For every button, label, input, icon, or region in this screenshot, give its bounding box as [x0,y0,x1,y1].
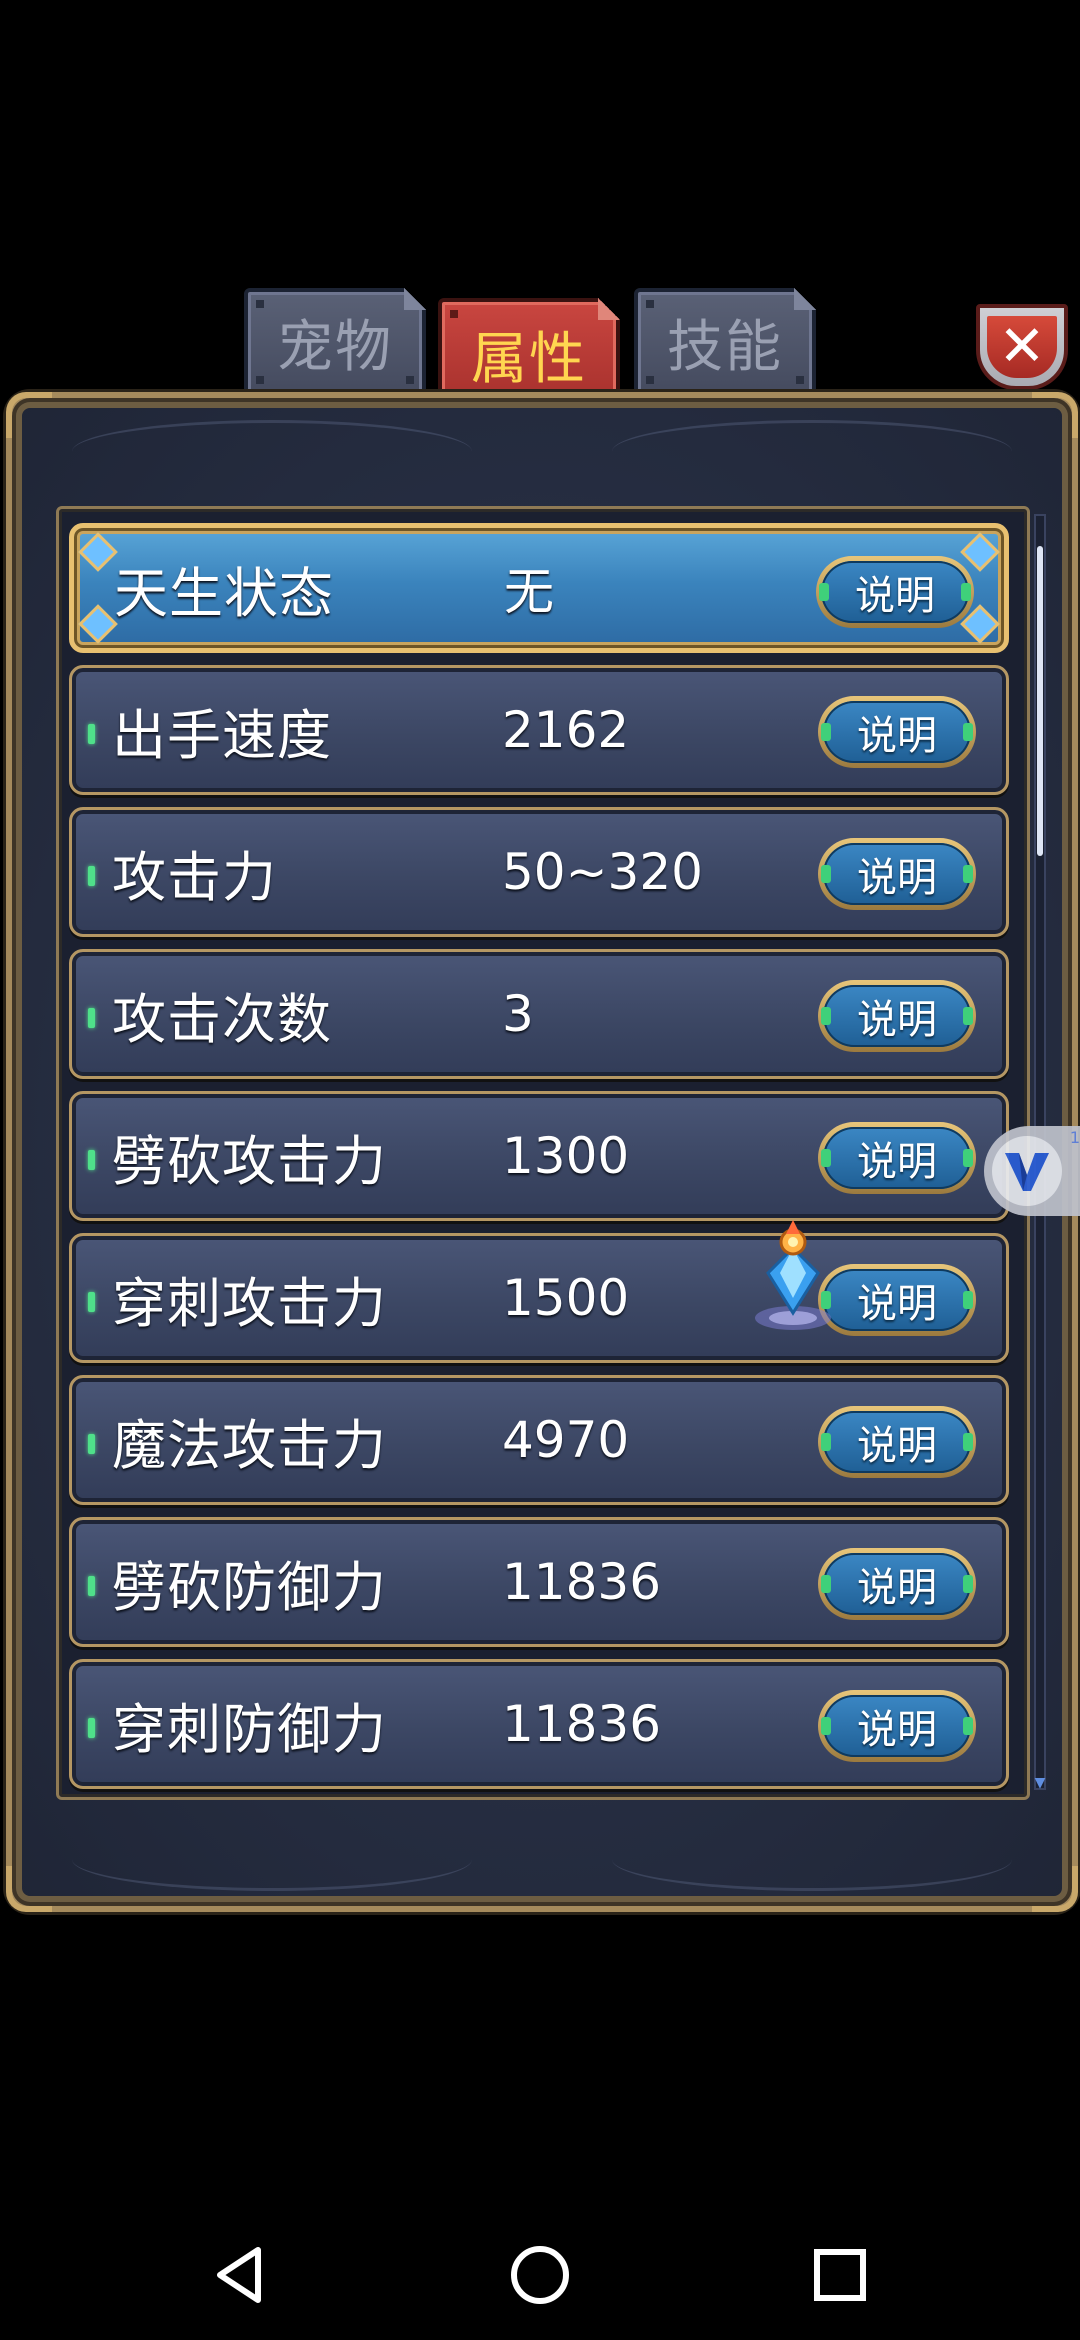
attribute-value: 3 [502,985,534,1043]
attribute-value: 11836 [502,1553,662,1611]
info-button[interactable]: 说明 [818,1548,976,1620]
close-icon: ✕ [987,316,1057,378]
attribute-row[interactable]: 穿刺攻击力 1500 说明 [69,1233,1009,1363]
tab-attributes-label: 属性 [471,326,587,392]
attribute-name: 穿刺防御力 [112,1697,387,1761]
info-button[interactable]: 说明 [818,980,976,1052]
attribute-name: 攻击次数 [112,987,332,1051]
attribute-name: 攻击力 [112,845,277,909]
attribute-row[interactable]: 天生状态 无 说明 [69,523,1009,653]
green-marker-icon [88,1576,95,1596]
floating-assistant-button[interactable]: 1 [984,1126,1080,1216]
tab-pet-label: 宠物 [277,314,393,380]
attribute-list[interactable]: 天生状态 无 说明 出手速度 2162 说明 攻击力 50~320 说明 攻击次… [56,506,1030,1800]
info-button[interactable]: 说明 [816,556,974,628]
ornament-top-left [72,420,472,483]
system-navigation-bar [0,2200,1080,2340]
green-marker-icon [88,724,95,744]
attribute-value: 4970 [502,1411,630,1469]
attribute-row[interactable]: 穿刺防御力 11836 说明 [69,1659,1009,1789]
green-marker-icon [88,1718,95,1738]
scrollbar-thumb[interactable] [1037,546,1043,856]
recents-icon[interactable] [805,2240,875,2310]
info-button[interactable]: 说明 [818,1690,976,1762]
attribute-value: 无 [504,563,554,621]
attribute-row[interactable]: 攻击次数 3 说明 [69,949,1009,1079]
tab-pet[interactable]: 宠物 [244,288,426,396]
info-button[interactable]: 说明 [818,1122,976,1194]
attribute-row[interactable]: 劈砍防御力 11836 说明 [69,1517,1009,1647]
attribute-row[interactable]: 攻击力 50~320 说明 [69,807,1009,937]
v-logo-icon [1005,1153,1049,1191]
attribute-value: 1300 [502,1127,630,1185]
attribute-name: 天生状态 [114,561,334,625]
attribute-name: 穿刺攻击力 [112,1271,387,1335]
attribute-value: 1500 [502,1269,630,1327]
ornament-top-right [612,420,1012,483]
green-marker-icon [88,1292,95,1312]
info-button[interactable]: 说明 [818,1406,976,1478]
green-marker-icon [88,1150,95,1170]
ornament-bottom-right [612,1828,1012,1891]
attribute-name: 出手速度 [112,703,332,767]
attribute-row[interactable]: 出手速度 2162 说明 [69,665,1009,795]
attribute-row[interactable]: 劈砍攻击力 1300 说明 [69,1091,1009,1221]
green-marker-icon [88,1008,95,1028]
tab-skills[interactable]: 技能 [634,288,816,396]
tab-skills-label: 技能 [667,314,783,380]
floating-badge: 1 [1069,1128,1080,1147]
home-icon[interactable] [505,2240,575,2310]
close-button[interactable]: ✕ [976,304,1068,390]
attribute-row[interactable]: 魔法攻击力 4970 说明 [69,1375,1009,1505]
attribute-name: 劈砍防御力 [112,1555,387,1619]
attribute-value: 2162 [502,701,630,759]
attribute-name: 魔法攻击力 [112,1413,387,1477]
pet-sprite-icon [755,1220,831,1330]
scroll-down-icon[interactable]: ▼ [1034,1776,1046,1790]
info-button[interactable]: 说明 [818,1264,976,1336]
info-button[interactable]: 说明 [818,696,976,768]
attribute-value: 11836 [502,1695,662,1753]
attribute-value: 50~320 [502,843,703,901]
game-screen: { "tabs": [ {"label": "宠物", "active": fa… [0,0,1080,2340]
back-icon[interactable] [206,2240,276,2310]
info-button[interactable]: 说明 [818,838,976,910]
attribute-name: 劈砍攻击力 [112,1129,387,1193]
green-marker-icon [88,866,95,886]
green-marker-icon [88,1434,95,1454]
ornament-bottom-left [72,1828,472,1891]
